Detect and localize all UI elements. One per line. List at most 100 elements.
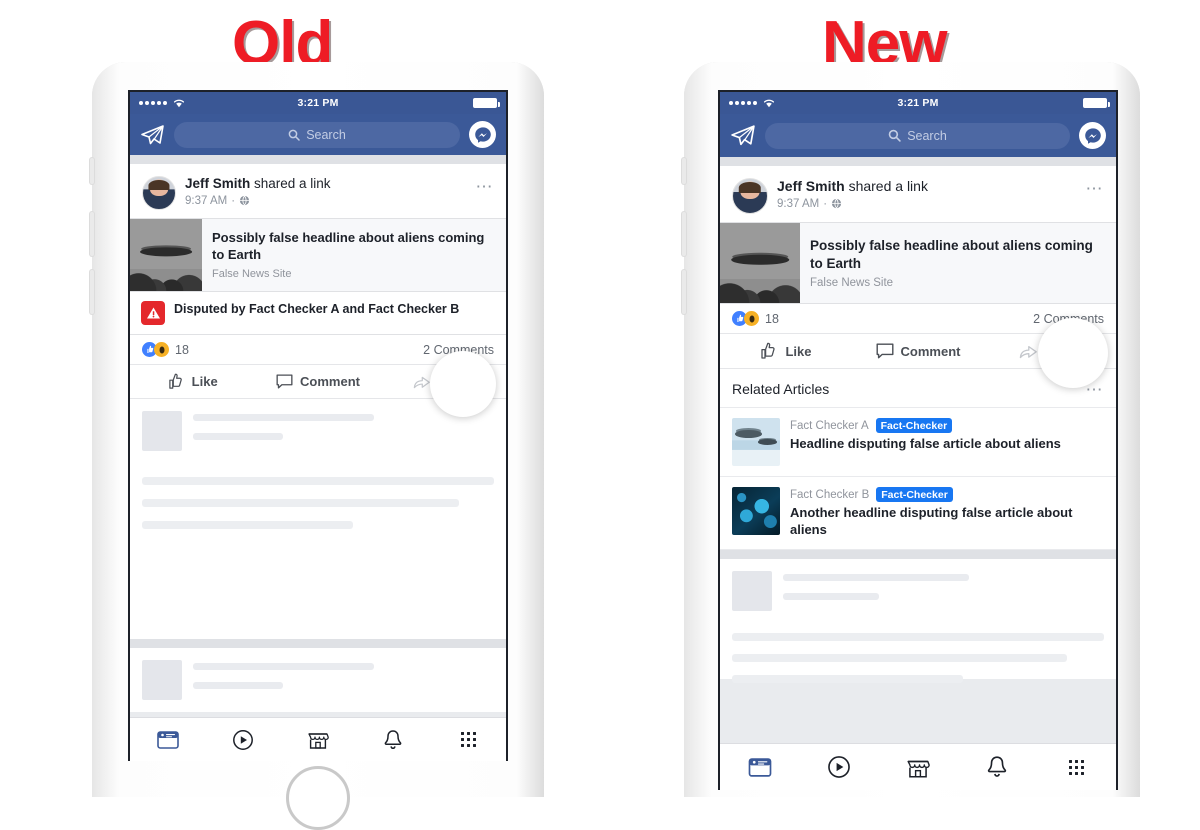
tab-watch[interactable] [205,729,280,751]
related-article-item[interactable]: Fact Checker B Fact-Checker Another head… [720,477,1116,550]
ufo-photo [140,247,192,257]
post-card: Jeff Smith shared a link 9:37 AM · ⋯ Pos… [130,164,506,417]
tab-notifications[interactable] [958,755,1037,779]
bell-icon [988,756,1007,777]
home-button[interactable] [286,766,350,830]
phone-screen-old: 3:21 PM Search Jeff Smith shared a link … [128,90,508,761]
link-source: False News Site [810,276,894,289]
link-thumbnail [130,219,202,291]
tab-watch[interactable] [799,755,878,779]
post-author-line: Jeff Smith shared a link [777,178,1086,196]
paper-plane-icon[interactable] [140,124,165,146]
share-label: Share [1044,343,1082,359]
post-action-bar: Like Comment Share [130,351,506,417]
share-button[interactable]: Share [984,343,1116,360]
reaction-wow-icon [154,342,169,357]
related-article-item[interactable]: Fact Checker A Fact-Checker Headline dis… [720,408,1116,477]
storefront-icon [907,760,930,778]
comment-count[interactable]: 2 Comments [1033,312,1104,326]
post-author-name[interactable]: Jeff Smith [777,178,845,194]
messenger-icon[interactable] [1079,122,1106,149]
warning-triangle-icon [141,301,165,325]
comment-button[interactable]: Comment [255,373,380,390]
messenger-icon[interactable] [469,121,496,148]
like-label: Like [191,374,218,389]
status-bar: 3:21 PM [720,92,1116,114]
tab-news-feed[interactable] [130,730,205,750]
post-timestamp: 9:37 AM [777,197,820,210]
fact-checker-badge: Fact-Checker [875,418,953,433]
avatar[interactable] [732,178,768,214]
post-header: Jeff Smith shared a link 9:37 AM · ⋯ [720,166,1116,222]
reaction-wow-icon [744,311,759,326]
link-headline: Possibly false headline about aliens com… [810,238,1093,271]
paper-plane-icon[interactable] [730,124,756,147]
fact-checker-badge: Fact-Checker [876,487,953,502]
post-meta: 9:37 AM · [777,198,1086,210]
feed-gap [130,155,506,164]
grid-menu-icon [1068,759,1084,775]
like-button[interactable]: Like [130,373,255,390]
tab-menu[interactable] [1037,759,1116,775]
comment-bubble-icon [876,343,894,358]
tab-news-feed[interactable] [720,757,799,778]
post-action-text: shared a link [844,178,928,194]
related-articles-title: Related Articles [732,380,830,397]
related-article-source: Fact Checker B [790,488,870,501]
like-button[interactable]: Like [720,342,852,360]
status-bar-time: 3:21 PM [297,97,339,109]
comment-label: Comment [900,343,961,359]
share-button[interactable]: Share [381,374,506,390]
avatar[interactable] [142,176,176,210]
skeleton-avatar [142,411,182,451]
search-input[interactable]: Search [765,122,1070,149]
thumbs-up-icon [168,373,182,389]
news-feed-icon [156,730,179,749]
comment-count[interactable]: 2 Comments [423,343,494,357]
reaction-count[interactable]: 18 [765,312,779,326]
reaction-summary: 18 2 Comments [130,335,506,365]
post-menu-icon[interactable]: ⋯ [1086,178,1105,197]
post-meta: 9:37 AM · [185,195,476,207]
phone-mute-switch [90,158,94,184]
link-thumbnail [720,223,800,303]
facebook-top-nav: Search [720,114,1116,157]
bell-icon [384,729,402,749]
phone-volume-up-button [90,212,94,256]
feed-gap [720,549,1116,559]
post-timestamp: 9:37 AM [185,194,228,207]
tab-marketplace[interactable] [878,756,957,779]
post-header: Jeff Smith shared a link 9:37 AM · ⋯ [130,164,506,218]
skeleton-post [720,558,1116,683]
post-action-bar: Like Comment Share [720,318,1116,388]
ufo-photo [731,254,789,265]
search-placeholder-text: Search [907,128,947,143]
share-arrow-icon [1019,345,1037,358]
post-menu-icon[interactable]: ⋯ [476,176,495,195]
related-articles-menu-icon[interactable]: ⋯ [1086,379,1105,398]
post-author-name[interactable]: Jeff Smith [185,176,250,191]
bottom-tab-bar [130,717,506,761]
news-feed-old: Jeff Smith shared a link 9:37 AM · ⋯ Pos… [130,155,506,761]
link-preview-card[interactable]: Possibly false headline about aliens com… [130,218,506,292]
search-input[interactable]: Search [174,121,460,148]
thumbs-up-icon [761,342,776,359]
disputed-warning[interactable]: Disputed by Fact Checker A and Fact Chec… [130,292,506,335]
tab-notifications[interactable] [356,729,431,751]
phone-mute-switch [682,158,686,184]
phone-mockup-new: 3:21 PM Search Jeff Smith shared a link … [682,62,1140,797]
tab-menu[interactable] [431,732,506,747]
post-card: Jeff Smith shared a link 9:37 AM · ⋯ Pos… [720,166,1116,550]
related-article-headline: Headline disputing false article about a… [790,436,1061,451]
phone-volume-down-button [682,270,686,314]
comment-button[interactable]: Comment [852,343,984,360]
planets-bokeh-photo [732,487,780,535]
skeleton-post [130,399,506,639]
storefront-icon [308,733,329,749]
tab-marketplace[interactable] [280,729,355,750]
share-label: Share [437,374,474,389]
bottom-tab-bar [720,743,1116,790]
link-preview-card[interactable]: Possibly false headline about aliens com… [720,222,1116,304]
reaction-count[interactable]: 18 [175,343,189,357]
phone-volume-up-button [682,212,686,256]
